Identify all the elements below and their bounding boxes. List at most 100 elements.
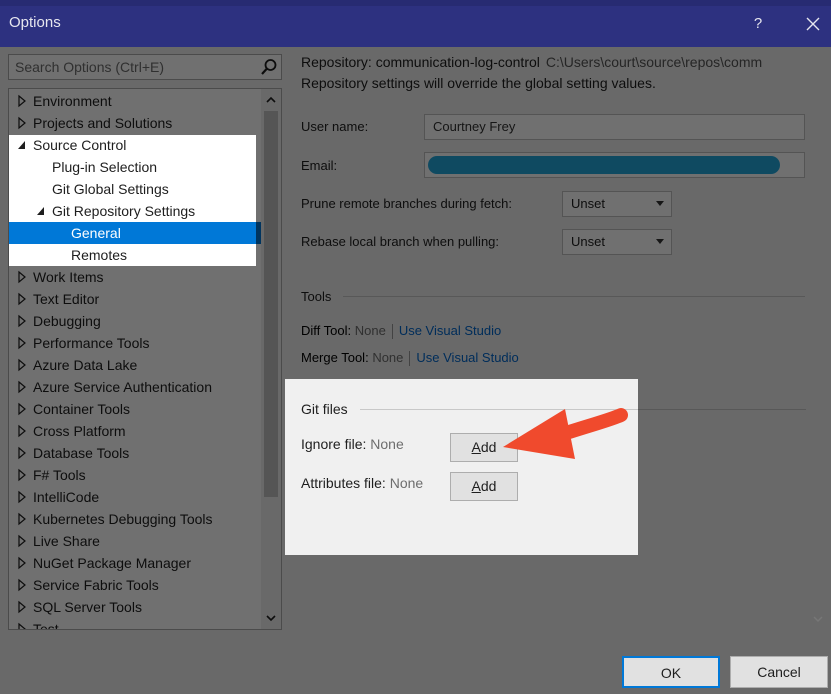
merge-tool-row: Merge Tool: None Use Visual Studio bbox=[301, 350, 519, 367]
tree-item-label: IntelliCode bbox=[33, 489, 100, 505]
tree-item[interactable]: General bbox=[9, 222, 261, 244]
tree-item[interactable]: Projects and Solutions bbox=[9, 112, 261, 134]
triangle-right-icon[interactable] bbox=[16, 574, 28, 596]
user-name-label: User name: bbox=[301, 119, 369, 134]
add-hotkey: A bbox=[471, 478, 481, 494]
triangle-right-icon[interactable] bbox=[16, 420, 28, 442]
tree-item-label: Azure Service Authentication bbox=[33, 379, 212, 395]
tree-item[interactable]: Debugging bbox=[9, 310, 261, 332]
git-files-title: Git files bbox=[301, 401, 348, 417]
tree-item[interactable]: Remotes bbox=[9, 244, 261, 266]
add-label: dd bbox=[480, 478, 497, 494]
tree-item-label: General bbox=[71, 225, 121, 241]
prune-label: Prune remote branches during fetch: bbox=[301, 196, 513, 211]
user-name-field[interactable]: Courtney Frey bbox=[424, 114, 805, 140]
triangle-right-icon[interactable] bbox=[16, 266, 28, 288]
tree-item-label: Kubernetes Debugging Tools bbox=[33, 511, 213, 527]
triangle-right-icon[interactable] bbox=[16, 442, 28, 464]
tree-item[interactable]: Git Global Settings bbox=[9, 178, 261, 200]
tree-item-label: Container Tools bbox=[33, 401, 131, 417]
tools-section-title: Tools bbox=[301, 289, 332, 304]
options-dialog: Options ? Environment Projects and Soluti… bbox=[0, 0, 831, 694]
triangle-expanded-icon[interactable] bbox=[16, 134, 28, 156]
rebase-dropdown[interactable]: Unset bbox=[562, 229, 672, 255]
tree-item[interactable]: IntelliCode bbox=[9, 486, 261, 508]
triangle-right-icon[interactable] bbox=[16, 354, 28, 376]
tree-item[interactable]: Service Fabric Tools bbox=[9, 574, 261, 596]
tree-item-label: Live Share bbox=[33, 533, 100, 549]
tree-item[interactable]: Database Tools bbox=[9, 442, 261, 464]
triangle-expanded-icon[interactable] bbox=[35, 200, 47, 222]
triangle-right-icon[interactable] bbox=[16, 596, 28, 618]
merge-tool-label: Merge Tool: bbox=[301, 350, 369, 365]
tree-item[interactable]: Plug-in Selection bbox=[9, 156, 261, 178]
triangle-right-icon[interactable] bbox=[16, 112, 28, 134]
tree-item[interactable]: Azure Data Lake bbox=[9, 354, 261, 376]
prune-value: Unset bbox=[571, 196, 605, 211]
tree-scrollbar[interactable] bbox=[261, 89, 281, 629]
tree-item[interactable]: Azure Service Authentication bbox=[9, 376, 261, 398]
close-icon bbox=[806, 17, 820, 31]
triangle-right-icon[interactable] bbox=[16, 552, 28, 574]
add-attributes-file-button[interactable]: Add bbox=[450, 472, 518, 501]
add-ignore-file-button[interactable]: Add bbox=[450, 433, 518, 462]
triangle-right-icon[interactable] bbox=[16, 464, 28, 486]
tree-item-label: Debugging bbox=[33, 313, 101, 329]
attributes-file-value: None bbox=[389, 475, 424, 491]
tree-item[interactable]: Text Editor bbox=[9, 288, 261, 310]
tree-item-label: Source Control bbox=[33, 137, 127, 153]
prune-dropdown[interactable]: Unset bbox=[562, 191, 672, 217]
close-button[interactable] bbox=[800, 12, 826, 36]
tree-item[interactable]: Git Repository Settings bbox=[9, 200, 261, 222]
tree-item[interactable]: Work Items bbox=[9, 266, 261, 288]
tree-item-label: Performance Tools bbox=[33, 335, 150, 351]
triangle-right-icon[interactable] bbox=[16, 530, 28, 552]
tree-item-label: Git Global Settings bbox=[52, 181, 169, 197]
tree-item[interactable]: Live Share bbox=[9, 530, 261, 552]
scroll-thumb[interactable] bbox=[264, 111, 278, 497]
tree-item-label: Git Repository Settings bbox=[52, 203, 196, 219]
triangle-right-icon[interactable] bbox=[16, 332, 28, 354]
scroll-down-button[interactable] bbox=[261, 609, 281, 627]
tree-item-label: Azure Data Lake bbox=[33, 357, 138, 373]
diff-use-visual-studio-link[interactable]: Use Visual Studio bbox=[399, 323, 501, 338]
triangle-right-icon[interactable] bbox=[16, 90, 28, 112]
triangle-right-icon[interactable] bbox=[16, 376, 28, 398]
ok-button[interactable]: OK bbox=[622, 656, 720, 688]
triangle-right-icon[interactable] bbox=[16, 508, 28, 530]
cancel-button[interactable]: Cancel bbox=[730, 656, 828, 688]
triangle-right-icon[interactable] bbox=[16, 618, 28, 630]
diff-tool-label: Diff Tool: bbox=[301, 323, 352, 338]
ignore-file-row: Ignore file: None bbox=[301, 436, 404, 452]
tree-item[interactable]: F# Tools bbox=[9, 464, 261, 486]
tree-item[interactable]: SQL Server Tools bbox=[9, 596, 261, 618]
rebase-label: Rebase local branch when pulling: bbox=[301, 234, 500, 249]
triangle-right-icon[interactable] bbox=[16, 288, 28, 310]
scroll-up-button[interactable] bbox=[261, 91, 281, 109]
search-icon[interactable] bbox=[260, 58, 278, 76]
merge-use-visual-studio-link[interactable]: Use Visual Studio bbox=[416, 350, 518, 365]
tree-item[interactable]: Test bbox=[9, 618, 261, 630]
attributes-file-row: Attributes file: None bbox=[301, 475, 423, 491]
divider bbox=[391, 324, 393, 340]
triangle-right-icon[interactable] bbox=[16, 398, 28, 420]
tree-item[interactable]: Environment bbox=[9, 90, 261, 112]
help-button[interactable]: ? bbox=[746, 12, 770, 36]
search-input[interactable] bbox=[13, 58, 253, 76]
chevron-up-icon bbox=[266, 96, 276, 103]
tree-item[interactable]: Source Control bbox=[9, 134, 261, 156]
tree-item-label: Cross Platform bbox=[33, 423, 126, 439]
title-bar: Options ? bbox=[0, 0, 831, 47]
tree-item-label: Text Editor bbox=[33, 291, 100, 307]
triangle-right-icon[interactable] bbox=[16, 310, 28, 332]
tree-item[interactable]: Cross Platform bbox=[9, 420, 261, 442]
tree-item[interactable]: Container Tools bbox=[9, 398, 261, 420]
tree-item-label: F# Tools bbox=[33, 467, 86, 483]
tree-item[interactable]: Performance Tools bbox=[9, 332, 261, 354]
tree-item[interactable]: NuGet Package Manager bbox=[9, 552, 261, 574]
repository-note: Repository settings will override the gl… bbox=[301, 75, 656, 91]
triangle-right-icon[interactable] bbox=[16, 486, 28, 508]
tree-item[interactable]: Kubernetes Debugging Tools bbox=[9, 508, 261, 530]
caret-down-icon bbox=[656, 201, 664, 206]
chevron-down-icon[interactable] bbox=[812, 614, 824, 624]
